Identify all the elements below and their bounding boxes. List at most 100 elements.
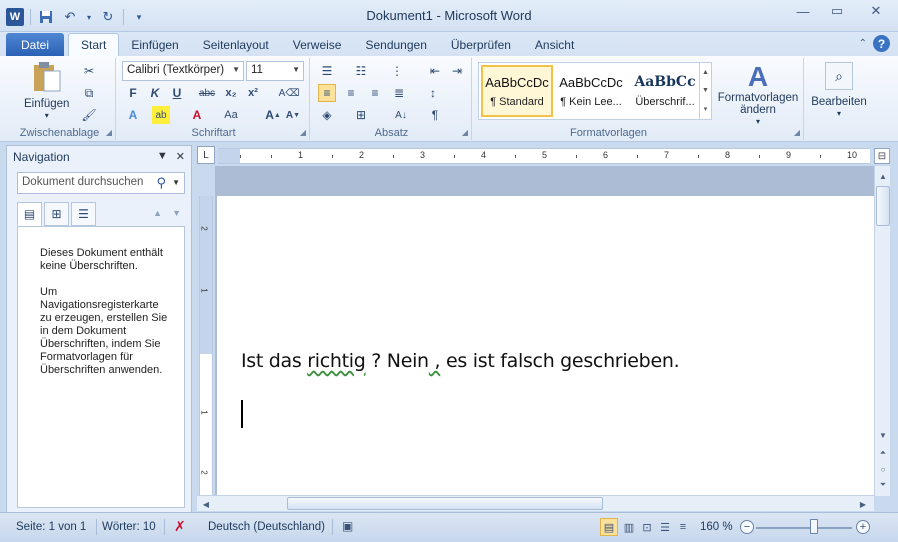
tab-insert[interactable]: Einfügen: [119, 33, 190, 56]
format-painter-icon[interactable]: 🖌: [80, 106, 98, 124]
decrease-indent-icon[interactable]: ⇤: [426, 62, 444, 80]
scroll-down-icon[interactable]: ▼: [876, 428, 890, 442]
line-spacing-icon[interactable]: ↕: [424, 84, 442, 102]
more-styles-icon[interactable]: ▾: [704, 105, 708, 113]
word-count[interactable]: Wörter: 10: [102, 521, 156, 533]
next-page-icon[interactable]: ⏷: [876, 478, 890, 492]
browse-object-icon[interactable]: ○: [876, 462, 890, 476]
tab-review[interactable]: Überprüfen: [439, 33, 523, 56]
zoom-slider-thumb[interactable]: [810, 519, 818, 534]
horizontal-ruler[interactable]: 1 2 3 4 5 6 7 8 9 10: [218, 148, 870, 164]
cut-icon[interactable]: ✂: [80, 62, 98, 80]
close-icon[interactable]: ✕: [854, 0, 898, 22]
style-standard[interactable]: AaBbCcDc ¶ Standard: [481, 65, 553, 117]
pages-tab-icon[interactable]: ⊞: [44, 202, 69, 226]
vertical-scrollbar[interactable]: ▲ ▼ ⏶ ○ ⏷: [874, 166, 890, 496]
styles-scroll[interactable]: ▲ ▼ ▾: [699, 63, 711, 119]
underline-icon[interactable]: U: [168, 84, 186, 102]
change-styles-button[interactable]: A Formatvorlagen ändern ▾: [714, 62, 802, 128]
grammar-flagged-word[interactable]: richtig: [307, 350, 366, 372]
tab-start[interactable]: Start: [68, 33, 120, 56]
zoom-level[interactable]: 160 %: [700, 521, 733, 533]
language[interactable]: Deutsch (Deutschland): [208, 521, 325, 533]
outline-view-icon[interactable]: ☰: [656, 518, 674, 536]
borders-icon[interactable]: ⊞: [352, 106, 370, 124]
style-no-spacing[interactable]: AaBbCcDc ¶ Kein Lee...: [555, 65, 627, 117]
pane-options-icon[interactable]: ▼: [157, 150, 168, 163]
full-screen-reading-icon[interactable]: ▥: [620, 518, 638, 536]
tab-references[interactable]: Verweise: [281, 33, 354, 56]
tab-mailings[interactable]: Sendungen: [353, 33, 438, 56]
zoom-slider[interactable]: [756, 527, 852, 529]
show-marks-icon[interactable]: ¶: [426, 106, 444, 124]
previous-page-icon[interactable]: ⏶: [876, 446, 890, 460]
vertical-scroll-thumb[interactable]: [876, 186, 890, 226]
strikethrough-icon[interactable]: abc: [198, 84, 216, 102]
style-heading[interactable]: AaBbCc Überschrif...: [629, 65, 701, 117]
superscript-icon[interactable]: x²: [244, 84, 262, 102]
font-name-combo[interactable]: Calibri (Textkörper) ▼: [122, 61, 244, 81]
shrink-font-icon[interactable]: A ▼: [284, 106, 302, 124]
clear-formatting-icon[interactable]: A⌫: [279, 84, 300, 102]
horizontal-scroll-thumb[interactable]: [287, 497, 603, 510]
align-left-icon[interactable]: ≡: [318, 84, 336, 102]
next-arrow-icon[interactable]: ▼: [172, 208, 181, 218]
align-center-icon[interactable]: ≡: [342, 84, 360, 102]
font-launcher-icon[interactable]: ◢: [300, 128, 306, 137]
scroll-up-icon[interactable]: ▲: [702, 69, 709, 76]
subscript-icon[interactable]: x₂: [222, 84, 240, 102]
sort-icon[interactable]: A↓: [392, 106, 410, 124]
close-pane-icon[interactable]: ✕: [176, 150, 185, 163]
draft-view-icon[interactable]: ≡: [674, 518, 692, 536]
italic-icon[interactable]: K: [146, 84, 164, 102]
shading-icon[interactable]: ◈: [318, 106, 336, 124]
scroll-down-icon[interactable]: ▼: [702, 87, 709, 94]
web-layout-icon[interactable]: ⊡: [638, 518, 656, 536]
bold-icon[interactable]: F: [124, 84, 142, 102]
zoom-out-icon[interactable]: −: [740, 520, 754, 534]
font-size-combo[interactable]: 11 ▼: [246, 61, 304, 81]
tab-view[interactable]: Ansicht: [523, 33, 586, 56]
search-options-icon[interactable]: ▼: [172, 178, 180, 187]
align-right-icon[interactable]: ≡: [366, 84, 384, 102]
numbering-icon[interactable]: ☷: [352, 62, 370, 80]
scroll-right-icon[interactable]: ▶: [856, 497, 870, 511]
editing-button[interactable]: ⌕ Bearbeiten ▾: [808, 62, 870, 120]
tab-file[interactable]: Datei: [6, 33, 64, 56]
maximize-icon[interactable]: ▭: [820, 0, 854, 22]
font-color-icon[interactable]: A: [188, 106, 206, 124]
scroll-left-icon[interactable]: ◀: [199, 497, 213, 511]
previous-arrow-icon[interactable]: ▲: [153, 208, 162, 218]
macro-recording-icon[interactable]: ▣: [342, 519, 353, 533]
vertical-ruler[interactable]: 2 1 1 2: [199, 196, 213, 496]
proofing-errors-icon[interactable]: ✗: [174, 518, 186, 535]
zoom-in-icon[interactable]: +: [856, 520, 870, 534]
change-case-icon[interactable]: Aa: [222, 106, 240, 124]
paste-button[interactable]: Einfügen ▾: [24, 60, 69, 122]
copy-icon[interactable]: ⧉: [80, 84, 98, 102]
document-text[interactable]: Ist das richtig ? Nein , es ist falsch g…: [241, 350, 680, 372]
highlight-icon[interactable]: ab: [152, 106, 170, 124]
tab-selector-icon[interactable]: L: [197, 146, 215, 164]
minimize-ribbon-icon[interactable]: ⌃: [859, 38, 867, 49]
paragraph-launcher-icon[interactable]: ◢: [462, 128, 468, 137]
minimize-icon[interactable]: —: [786, 0, 820, 22]
view-ruler-icon[interactable]: ⊟: [874, 148, 890, 164]
results-tab-icon[interactable]: ☰: [71, 202, 96, 226]
page-count[interactable]: Seite: 1 von 1: [16, 521, 86, 533]
paste-dropdown-icon[interactable]: ▾: [45, 110, 49, 122]
grow-font-icon[interactable]: A ▲: [264, 106, 282, 124]
text-effects-icon[interactable]: A: [124, 106, 142, 124]
search-icon[interactable]: ⚲: [156, 175, 166, 191]
clipboard-launcher-icon[interactable]: ◢: [106, 128, 112, 137]
tab-page-layout[interactable]: Seitenlayout: [191, 33, 281, 56]
help-icon[interactable]: ?: [873, 35, 890, 52]
justify-icon[interactable]: ≣: [390, 84, 408, 102]
styles-launcher-icon[interactable]: ◢: [794, 128, 800, 137]
increase-indent-icon[interactable]: ⇥: [448, 62, 466, 80]
navigation-search-input[interactable]: Dokument durchsuchen ⚲ ▼: [17, 172, 185, 194]
multilevel-list-icon[interactable]: ⋮: [388, 62, 406, 80]
print-layout-icon[interactable]: ▤: [600, 518, 618, 536]
bullets-icon[interactable]: ☰: [318, 62, 336, 80]
scroll-up-icon[interactable]: ▲: [876, 169, 890, 183]
